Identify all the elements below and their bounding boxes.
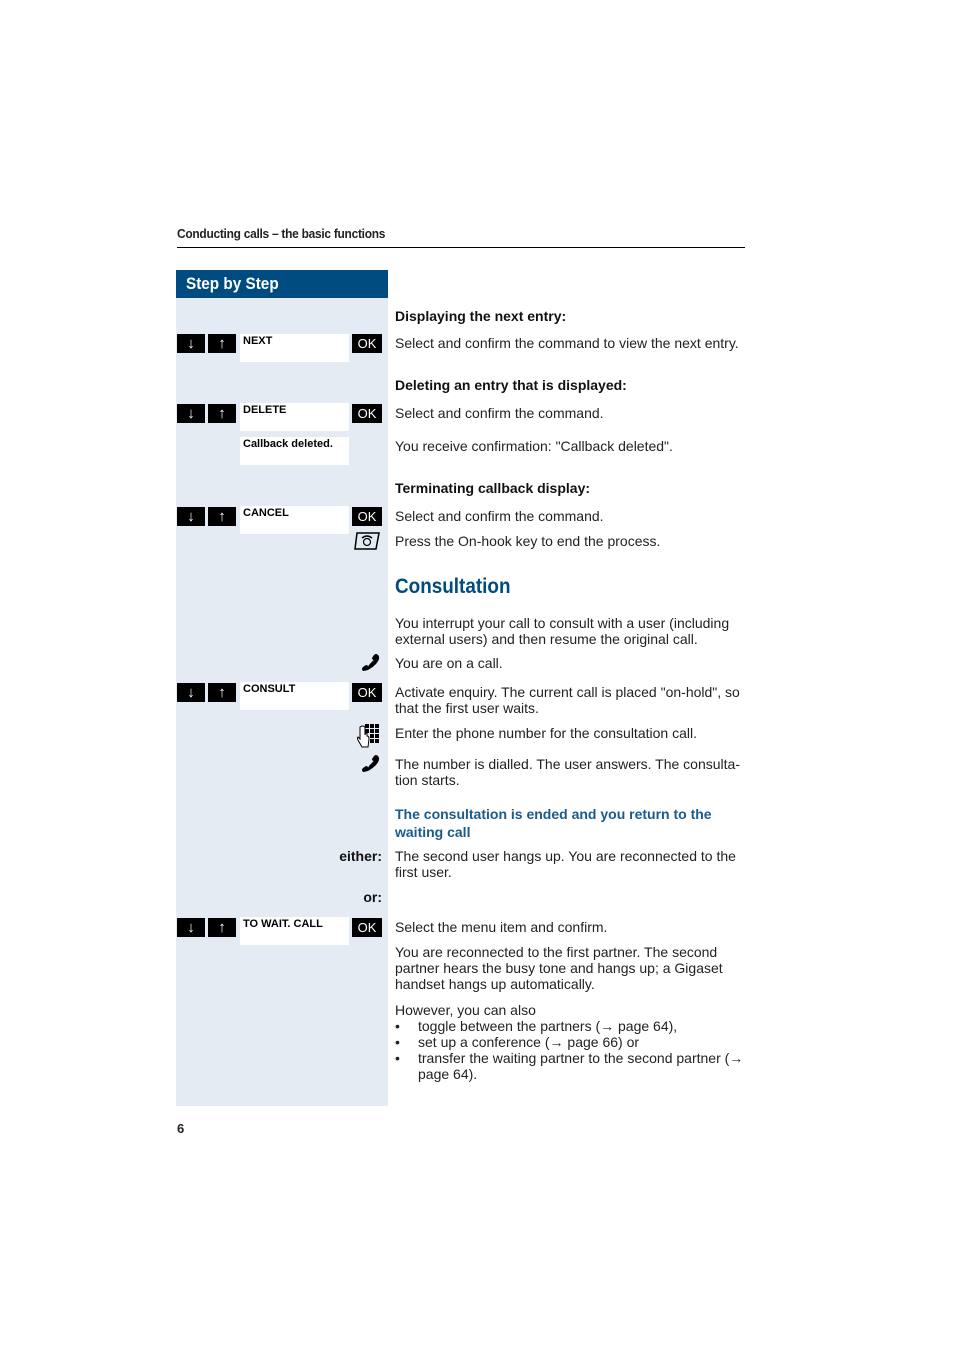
page-number: 6	[177, 1121, 185, 1136]
down-arrow-icon: ↓	[177, 683, 205, 702]
up-arrow-icon: ↑	[208, 683, 236, 702]
list-item: set up a conference (→ page 66) or	[395, 1034, 750, 1050]
display-delete: DELETE	[240, 403, 349, 431]
ok-key-icon: OK	[352, 507, 382, 526]
up-arrow-icon: ↑	[208, 507, 236, 526]
ok-key-icon: OK	[352, 404, 382, 423]
down-arrow-icon: ↓	[177, 918, 205, 937]
down-arrow-icon: ↓	[177, 404, 205, 423]
display-text: NEXT	[243, 335, 273, 347]
heading-delete-entry: Deleting an entry that is displayed:	[395, 377, 627, 393]
down-arrow-icon: ↓	[177, 507, 205, 526]
subheading-return: The consultation is ended and you return…	[395, 806, 712, 840]
display-text: Callback deleted.	[243, 438, 333, 450]
on-hook-key-icon	[353, 531, 381, 556]
dialled-text: The number is dialled. The user answers.…	[395, 756, 740, 788]
up-arrow-icon: ↑	[208, 918, 236, 937]
handset-icon	[360, 653, 382, 678]
handset-icon	[360, 754, 382, 779]
either-text: The second user hangs up. You are reconn…	[395, 848, 736, 880]
up-arrow-icon: ↑	[208, 334, 236, 353]
display-text: DELETE	[243, 404, 287, 416]
nav-keys: ↓ ↑	[177, 918, 237, 937]
onhook-text: Press the On-hook key to end the process…	[395, 533, 661, 549]
display-cancel: CANCEL	[240, 506, 349, 534]
heading-next-entry: Displaying the next entry:	[395, 308, 567, 324]
on-call-text: You are on a call.	[395, 655, 503, 671]
nav-keys: ↓ ↑	[177, 507, 237, 526]
display-next: NEXT	[240, 334, 349, 362]
running-header: Conducting calls – the basic functions	[177, 226, 386, 241]
also-list: toggle between the partners (→ page 64),…	[395, 1018, 750, 1082]
nav-keys: ↓ ↑	[177, 404, 237, 423]
down-arrow-icon: ↓	[177, 334, 205, 353]
cancel-text: Select and confirm the command.	[395, 508, 604, 524]
ok-key-icon: OK	[352, 683, 382, 702]
wait-text: Select the menu item and confirm.	[395, 919, 608, 935]
also-block: However, you can also toggle between the…	[395, 1002, 750, 1082]
nav-keys: ↓ ↑	[177, 683, 237, 702]
sidebar-title: Step by Step	[186, 274, 279, 293]
consult-text: Activate enquiry. The current call is pl…	[395, 684, 740, 716]
header-rule	[177, 247, 745, 248]
or-label: or:	[363, 889, 382, 905]
list-item: toggle between the partners (→ page 64),	[395, 1018, 750, 1034]
consultation-intro: You interrupt your call to consult with …	[395, 615, 730, 647]
either-label: either:	[339, 848, 382, 864]
nav-keys: ↓ ↑	[177, 334, 237, 353]
display-text: CONSULT	[243, 683, 296, 695]
ok-key-icon: OK	[352, 334, 382, 353]
display-text: CANCEL	[243, 507, 289, 519]
keypad-icon	[356, 723, 380, 754]
delete-text: Select and confirm the command.	[395, 405, 604, 421]
section-title: Consultation	[395, 575, 511, 598]
confirmation-text: You receive confirmation: "Callback dele…	[395, 438, 673, 454]
also-intro: However, you can also	[395, 1002, 536, 1018]
up-arrow-icon: ↑	[208, 404, 236, 423]
next-text: Select and confirm the command to view t…	[395, 335, 739, 351]
reconnected-text: You are reconnected to the first partner…	[395, 944, 723, 992]
list-item: transfer the waiting partner to the seco…	[395, 1050, 750, 1082]
display-callback-deleted: Callback deleted.	[240, 437, 349, 465]
display-text: TO WAIT. CALL	[243, 918, 323, 930]
enter-number-text: Enter the phone number for the consultat…	[395, 725, 697, 741]
sidebar-header: Step by Step	[176, 270, 388, 298]
display-to-wait-call: TO WAIT. CALL	[240, 917, 349, 945]
ok-key-icon: OK	[352, 918, 382, 937]
display-consult: CONSULT	[240, 682, 349, 710]
heading-terminating: Terminating callback display:	[395, 480, 591, 496]
